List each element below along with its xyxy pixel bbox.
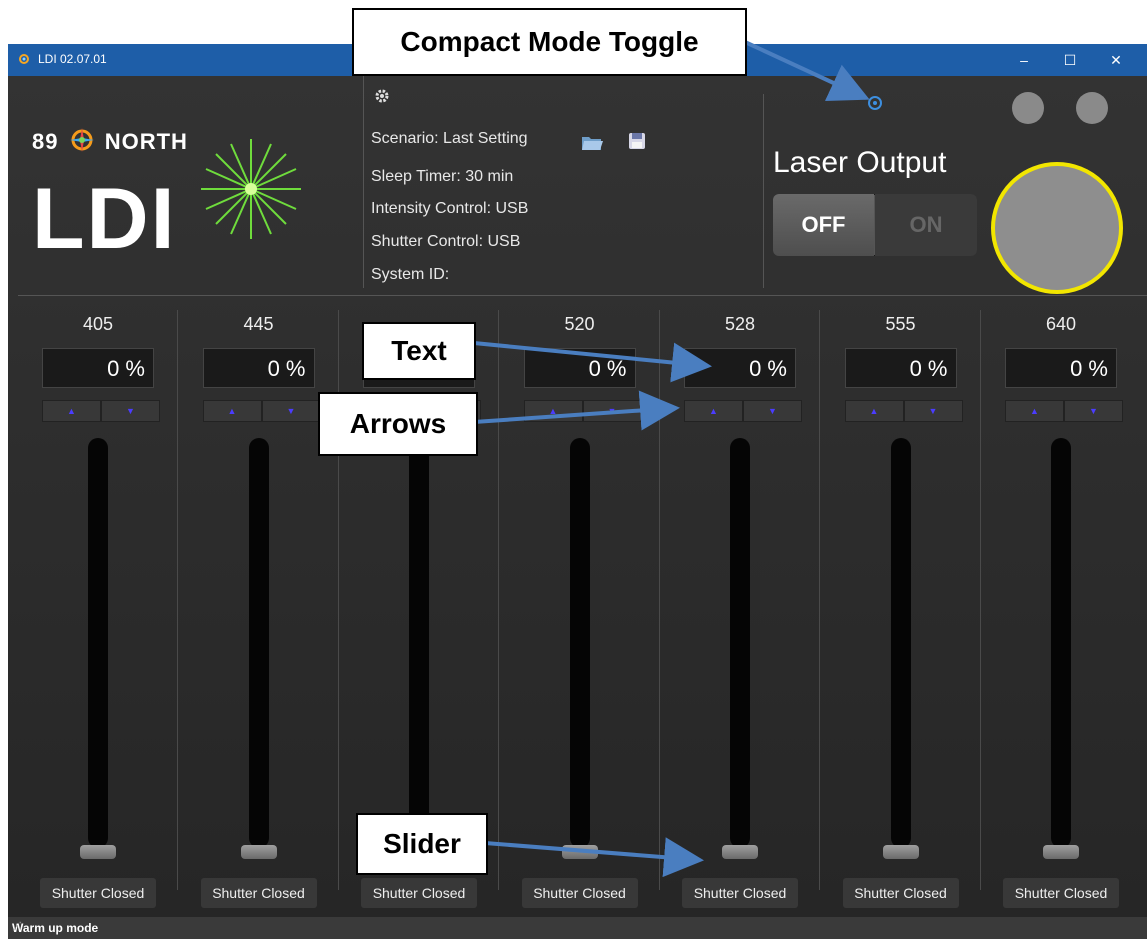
open-folder-icon[interactable]	[580, 132, 604, 152]
callout-compact-mode-toggle: Compact Mode Toggle	[352, 8, 747, 76]
compact-mode-toggle[interactable]	[868, 96, 882, 110]
increase-arrow-button[interactable]: ▲	[684, 400, 743, 422]
channel-strip: 520 0 % ▲ ▼ Shutter Closed	[500, 302, 660, 912]
sleep-timer-text: Sleep Timer: 30 min	[371, 168, 514, 185]
channel-strip: 445 0 % ▲ ▼ Shutter Closed	[179, 302, 339, 912]
maximize-button[interactable]: ☐	[1047, 44, 1093, 76]
intensity-arrows: ▲▼	[684, 400, 802, 422]
intensity-slider-thumb[interactable]	[882, 845, 919, 859]
gear-icon[interactable]	[374, 88, 390, 104]
status-indicator-2	[1076, 92, 1108, 124]
channel-strip: 405 0 % ▲ ▼ Shutter Closed	[18, 302, 178, 912]
intensity-arrows: ▲▼	[523, 400, 642, 422]
wavelength-label: 445	[243, 314, 274, 334]
callout-slider: Slider	[356, 813, 488, 875]
wavelength-label: 520	[564, 314, 595, 334]
resize-grip-icon[interactable]: ⋰	[12, 921, 1143, 936]
shutter-button[interactable]: Shutter Closed	[682, 878, 798, 908]
intensity-slider-thumb[interactable]	[80, 845, 116, 859]
intensity-arrows: ▲▼	[844, 400, 963, 422]
compass-icon	[69, 128, 94, 152]
decrease-arrow-button[interactable]: ▼	[903, 400, 963, 422]
window-title: LDI 02.07.01	[38, 52, 107, 66]
intensity-control-text: Intensity Control: USB	[371, 200, 529, 217]
intensity-slider-thumb[interactable]	[561, 845, 598, 859]
decrease-arrow-button[interactable]: ▼	[101, 400, 160, 422]
brand-number: 89	[32, 129, 59, 154]
brand-word: NORTH	[104, 129, 188, 154]
laser-output-title: Laser Output	[773, 146, 947, 179]
intensity-slider-track[interactable]	[409, 438, 429, 848]
intensity-text-field[interactable]: 0 %	[1005, 348, 1117, 388]
wavelength-label: 555	[885, 314, 916, 334]
status-bar: Warm up mode ⋰	[8, 917, 1147, 939]
intensity-slider-track[interactable]	[730, 438, 750, 848]
increase-arrow-button[interactable]: ▲	[1005, 400, 1064, 422]
intensity-text-field[interactable]: 0 %	[523, 348, 636, 388]
callout-text: Text	[362, 322, 476, 380]
app-icon	[19, 54, 29, 64]
intensity-slider-thumb[interactable]	[1043, 845, 1079, 859]
wavelength-label: 640	[1045, 314, 1077, 334]
intensity-arrows: ▲▼	[42, 400, 160, 422]
shutter-button[interactable]: Shutter Closed	[842, 878, 959, 908]
channel-strip: 640 0 % ▲ ▼ Shutter Closed	[981, 302, 1141, 912]
decrease-arrow-button[interactable]: ▼	[743, 400, 802, 422]
intensity-arrows: ▲▼	[202, 400, 321, 422]
intensity-slider-thumb[interactable]	[240, 845, 277, 859]
brand-logo: 89 NORTH	[32, 126, 188, 155]
app-window: LDI 02.07.01 – ☐ ✕ 89 NORTH LDI Scenario…	[8, 44, 1147, 939]
channel-strip: 528 0 % ▲ ▼ Shutter Closed	[660, 302, 820, 912]
increase-arrow-button[interactable]: ▲	[844, 400, 904, 422]
increase-arrow-button[interactable]: ▲	[523, 400, 583, 422]
shutter-button[interactable]: Shutter Closed	[521, 878, 638, 908]
main-panel: 89 NORTH LDI Scenario: Last Setting Slee…	[8, 76, 1147, 917]
intensity-slider-track[interactable]	[248, 438, 269, 848]
intensity-slider-thumb[interactable]	[722, 845, 758, 859]
decrease-arrow-button[interactable]: ▼	[261, 400, 321, 422]
minimize-button[interactable]: –	[1001, 44, 1047, 76]
shutter-button[interactable]: Shutter Closed	[1003, 878, 1119, 908]
intensity-slider-track[interactable]	[569, 438, 590, 848]
intensity-text-field[interactable]: 0 %	[202, 348, 315, 388]
shutter-control-text: Shutter Control: USB	[371, 233, 521, 250]
divider	[763, 94, 764, 288]
laser-emission-indicator	[991, 162, 1123, 294]
wavelength-label: 528	[724, 314, 756, 334]
shutter-button[interactable]: Shutter Closed	[200, 878, 317, 908]
callout-arrows: Arrows	[318, 392, 478, 456]
decrease-arrow-button[interactable]: ▼	[582, 400, 642, 422]
intensity-text-field[interactable]: 0 %	[684, 348, 796, 388]
system-id-text: System ID:	[371, 266, 450, 283]
intensity-slider-track[interactable]	[1051, 438, 1071, 848]
save-icon[interactable]	[628, 132, 646, 150]
wavelength-label: 405	[82, 314, 114, 334]
laser-on-button[interactable]: ON	[875, 194, 977, 256]
info-panel: Scenario: Last Setting Sleep Timer: 30 m…	[363, 76, 764, 288]
laser-output-switch[interactable]: OFF ON	[773, 194, 977, 256]
intensity-arrows: ▲▼	[1005, 400, 1123, 422]
intensity-text-field[interactable]: 0 %	[844, 348, 957, 388]
close-button[interactable]: ✕	[1093, 44, 1139, 76]
intensity-slider-track[interactable]	[88, 438, 108, 848]
shutter-button[interactable]: Shutter Closed	[361, 878, 477, 908]
increase-arrow-button[interactable]: ▲	[202, 400, 262, 422]
section-divider	[18, 295, 1147, 296]
intensity-text-field[interactable]: 0 %	[42, 348, 154, 388]
star-burst-icon	[201, 139, 301, 239]
status-indicator-1	[1012, 92, 1044, 124]
product-logo: LDI	[32, 171, 177, 267]
laser-off-button[interactable]: OFF	[773, 194, 874, 256]
scenario-text: Scenario: Last Setting	[371, 130, 528, 147]
increase-arrow-button[interactable]: ▲	[42, 400, 101, 422]
channel-strip: 555 0 % ▲ ▼ Shutter Closed	[821, 302, 981, 912]
shutter-button[interactable]: Shutter Closed	[40, 878, 156, 908]
decrease-arrow-button[interactable]: ▼	[1064, 400, 1123, 422]
intensity-slider-track[interactable]	[890, 438, 911, 848]
